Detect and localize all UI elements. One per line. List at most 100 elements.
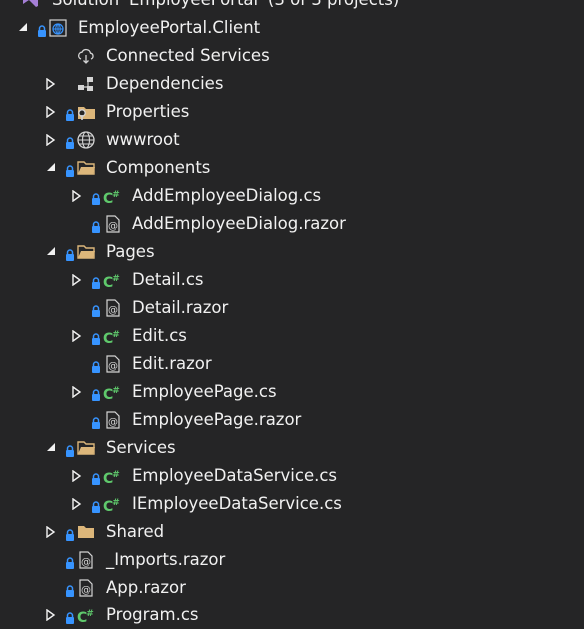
tree-label: App.razor [106,578,186,597]
tree-item-solution[interactable]: Solution 'EmployeePortal' (3 of 3 projec… [0,0,584,14]
tree-item-services[interactable]: Services [0,434,584,462]
tree-label: Program.cs [106,605,199,624]
wrench-folder-icon [76,102,96,122]
csharp-file-icon: C# [103,498,120,515]
collapsed-arrow-icon[interactable] [72,266,84,294]
tree-item-properties[interactable]: Properties [0,98,584,126]
lock-icon [66,134,74,149]
solution-label: Solution 'EmployeePortal' (3 of 3 projec… [52,0,399,14]
tree-label: Properties [106,102,190,121]
lock-icon [92,330,100,345]
lock-icon [38,22,46,37]
collapsed-arrow-icon[interactable] [46,70,58,98]
svg-text:@: @ [108,221,118,232]
folder-open-icon [76,242,96,262]
lock-icon [66,609,74,624]
tree-item-detail-razor[interactable]: @ Detail.razor [0,294,584,322]
tree-label: Edit.razor [132,354,212,373]
lock-icon [92,190,100,205]
tree-label: Edit.cs [132,326,187,345]
csharp-file-icon: C# [77,609,94,626]
razor-file-icon: @ [103,298,123,318]
tree-label: Dependencies [106,74,224,93]
tree-item-dependencies[interactable]: Dependencies [0,70,584,98]
lock-icon [92,274,100,289]
razor-file-icon: @ [103,354,123,374]
tree-item-program-cs[interactable]: C# Program.cs [0,601,584,629]
web-project-icon [48,18,68,38]
tree-item-components[interactable]: Components [0,154,584,182]
svg-text:@: @ [81,585,91,596]
tree-label: Detail.razor [132,298,229,317]
visual-studio-icon [20,0,40,10]
tree-label: Connected Services [106,46,270,65]
tree-label: AddEmployeeDialog.razor [132,214,346,233]
csharp-file-icon: C# [103,386,120,403]
tree-item-wwwroot[interactable]: wwwroot [0,126,584,154]
tree-label: _Imports.razor [106,550,226,569]
tree-label: wwwroot [106,130,180,149]
csharp-file-icon: C# [103,470,120,487]
tree-item-connected-services[interactable]: Connected Services [0,42,584,70]
lock-icon [92,302,100,317]
tree-item-edit-cs[interactable]: C# Edit.cs [0,322,584,350]
collapsed-arrow-icon[interactable] [46,98,58,126]
expanded-arrow-icon[interactable] [46,434,58,462]
tree-label: Pages [106,242,155,261]
collapsed-arrow-icon[interactable] [72,182,84,210]
lock-icon [92,358,100,373]
collapsed-arrow-icon[interactable] [72,462,84,490]
tree-item-employee-data-service-cs[interactable]: C# EmployeeDataService.cs [0,462,584,490]
collapsed-arrow-icon[interactable] [72,490,84,518]
tree-label: EmployeePage.razor [132,410,302,429]
tree-label: EmployeePortal.Client [78,18,261,37]
tree-label: Detail.cs [132,270,204,289]
svg-text:@: @ [108,305,118,316]
lock-icon [66,582,74,597]
collapsed-arrow-icon[interactable] [46,601,58,629]
tree-item-project[interactable]: EmployeePortal.Client [0,14,584,42]
csharp-file-icon: C# [103,274,120,291]
tree-item-pages[interactable]: Pages [0,238,584,266]
cloud-services-icon [76,46,96,66]
expanded-arrow-icon[interactable] [46,154,58,182]
tree-item-app-razor[interactable]: @ App.razor [0,574,584,602]
collapsed-arrow-icon[interactable] [46,518,58,546]
tree-label: EmployeePage.cs [132,382,277,401]
svg-text:@: @ [108,361,118,372]
tree-label: EmployeeDataService.cs [132,466,338,485]
tree-label: Services [106,438,176,457]
lock-icon [66,526,74,541]
lock-icon [66,246,74,261]
tree-label: AddEmployeeDialog.cs [132,186,322,205]
lock-icon [92,218,100,233]
tree-item-shared[interactable]: Shared [0,518,584,546]
tree-item-edit-razor[interactable]: @ Edit.razor [0,350,584,378]
expanded-arrow-icon[interactable] [46,238,58,266]
lock-icon [66,106,74,121]
tree-item-detail-cs[interactable]: C# Detail.cs [0,266,584,294]
tree-label: Shared [106,522,165,541]
csharp-file-icon: C# [103,330,120,347]
globe-icon [76,130,96,150]
lock-icon [66,554,74,569]
lock-icon [92,386,100,401]
tree-label: IEmployeeDataService.cs [132,494,342,513]
tree-item-imports-razor[interactable]: @ _Imports.razor [0,546,584,574]
svg-text:@: @ [81,557,91,568]
tree-item-employee-page-cs[interactable]: C# EmployeePage.cs [0,378,584,406]
tree-item-add-employee-dialog-razor[interactable]: @ AddEmployeeDialog.razor [0,210,584,238]
razor-file-icon: @ [103,214,123,234]
razor-file-icon: @ [76,578,96,598]
razor-file-icon: @ [103,410,123,430]
tree-item-add-employee-dialog-cs[interactable]: C# AddEmployeeDialog.cs [0,182,584,210]
collapsed-arrow-icon[interactable] [72,322,84,350]
collapsed-arrow-icon[interactable] [72,378,84,406]
tree-item-employee-page-razor[interactable]: @ EmployeePage.razor [0,406,584,434]
tree-item-iemployee-data-service-cs[interactable]: C# IEmployeeDataService.cs [0,490,584,518]
collapsed-arrow-icon[interactable] [46,126,58,154]
folder-open-icon [76,438,96,458]
lock-icon [92,470,100,485]
expanded-arrow-icon[interactable] [18,14,30,42]
lock-icon [92,498,100,513]
